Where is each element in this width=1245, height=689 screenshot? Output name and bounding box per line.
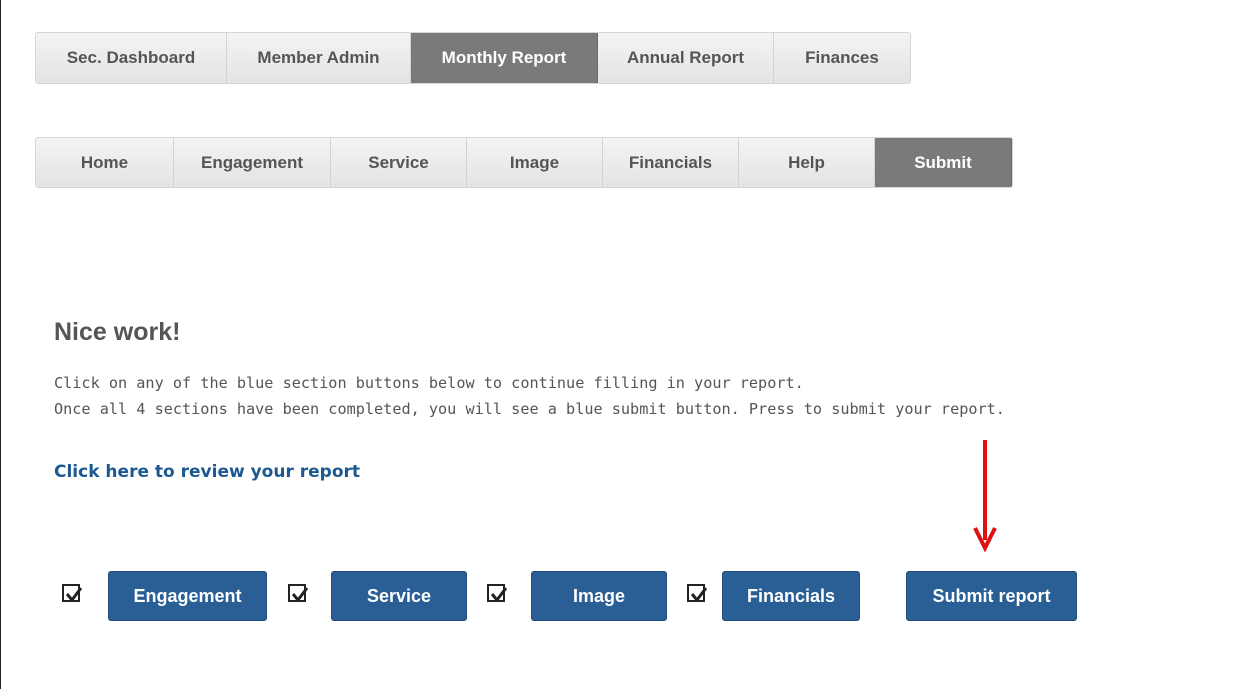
tab-member-admin[interactable]: Member Admin <box>227 33 411 83</box>
page-heading: Nice work! <box>54 318 181 346</box>
arrow-down-icon <box>973 440 997 553</box>
image-button[interactable]: Image <box>531 571 667 621</box>
subtab-financials[interactable]: Financials <box>603 138 739 187</box>
subtab-home[interactable]: Home <box>36 138 174 187</box>
checkmark-icon <box>65 587 83 603</box>
checkbox-financials[interactable] <box>687 584 708 603</box>
service-button[interactable]: Service <box>331 571 467 621</box>
checkbox-service[interactable] <box>288 584 309 603</box>
submit-report-button[interactable]: Submit report <box>906 571 1077 621</box>
sub-nav: Home Engagement Service Image Financials… <box>35 137 1013 188</box>
tab-monthly-report[interactable]: Monthly Report <box>411 33 598 83</box>
instruction-line-2: Once all 4 sections have been completed,… <box>54 400 1005 418</box>
checkmark-icon <box>690 587 708 603</box>
subtab-engagement[interactable]: Engagement <box>174 138 331 187</box>
subtab-image[interactable]: Image <box>467 138 603 187</box>
subtab-help[interactable]: Help <box>739 138 875 187</box>
engagement-button[interactable]: Engagement <box>108 571 267 621</box>
tab-finances[interactable]: Finances <box>774 33 910 83</box>
subtab-service[interactable]: Service <box>331 138 467 187</box>
checkmark-icon <box>490 587 508 603</box>
checkbox-engagement[interactable] <box>62 584 83 603</box>
review-report-link[interactable]: Click here to review your report <box>54 462 360 482</box>
instruction-line-1: Click on any of the blue section buttons… <box>54 374 804 392</box>
subtab-submit[interactable]: Submit <box>875 138 1012 187</box>
tab-annual-report[interactable]: Annual Report <box>598 33 774 83</box>
tab-sec-dashboard[interactable]: Sec. Dashboard <box>36 33 227 83</box>
main-nav: Sec. Dashboard Member Admin Monthly Repo… <box>35 32 911 84</box>
checkbox-image[interactable] <box>487 584 508 603</box>
checkmark-icon <box>291 587 309 603</box>
financials-button[interactable]: Financials <box>722 571 860 621</box>
